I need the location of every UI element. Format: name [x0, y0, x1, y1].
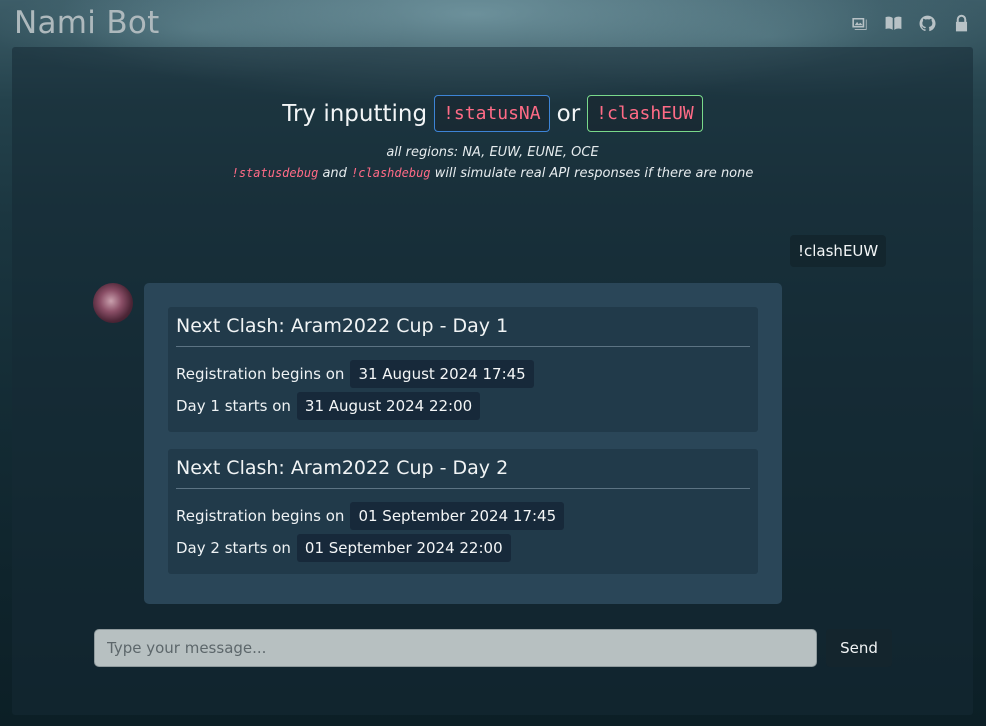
registration-row: Registration begins on 01 September 2024…: [176, 502, 750, 530]
clash-card: Next Clash: Aram2022 Cup - Day 2 Registr…: [168, 449, 758, 574]
brand-title[interactable]: Nami Bot: [14, 5, 160, 41]
top-navbar: Nami Bot: [0, 0, 986, 46]
registration-label: Registration begins on: [176, 365, 345, 383]
regions-note: all regions: NA, EUW, EUNE, OCE: [386, 145, 599, 160]
debug-and: and: [322, 166, 347, 181]
clash-title: Next Clash: Aram2022 Cup - Day 2: [176, 457, 750, 489]
start-row: Day 2 starts on 01 September 2024 22:00: [176, 534, 750, 562]
start-row: Day 1 starts on 31 August 2024 22:00: [176, 392, 750, 420]
github-icon[interactable]: [916, 12, 938, 34]
debug-suffix: will simulate real API responses if ther…: [434, 166, 754, 181]
statusdebug-command: !statusdebug: [231, 166, 319, 180]
user-message: !clashEUW: [790, 235, 887, 267]
hint-prefix: Try inputting: [282, 100, 428, 127]
gallery-icon[interactable]: [848, 12, 870, 34]
chat-panel: Try inputting !statusNA or !clashEUW all…: [12, 47, 973, 715]
nav-icons: [848, 12, 972, 34]
debug-note: !statusdebug and !clashdebug will simula…: [12, 163, 973, 184]
start-date-badge: 31 August 2024 22:00: [296, 392, 481, 420]
send-button[interactable]: Send: [826, 629, 892, 667]
clash-command-chip[interactable]: !clashEUW: [587, 95, 703, 132]
clash-title: Next Clash: Aram2022 Cup - Day 1: [176, 315, 750, 347]
lock-icon[interactable]: [950, 12, 972, 34]
hint-headline: Try inputting !statusNA or !clashEUW: [12, 95, 973, 132]
start-label: Day 1 starts on: [176, 397, 291, 415]
registration-date-badge: 01 September 2024 17:45: [350, 502, 565, 530]
clash-card: Next Clash: Aram2022 Cup - Day 1 Registr…: [168, 307, 758, 432]
start-date-badge: 01 September 2024 22:00: [296, 534, 511, 562]
composer: Send: [94, 629, 892, 667]
start-label: Day 2 starts on: [176, 539, 291, 557]
registration-row: Registration begins on 31 August 2024 17…: [176, 360, 750, 388]
status-command-chip[interactable]: !statusNA: [434, 95, 550, 132]
registration-label: Registration begins on: [176, 507, 345, 525]
bot-message: Next Clash: Aram2022 Cup - Day 1 Registr…: [144, 283, 782, 604]
book-icon[interactable]: [882, 12, 904, 34]
hint-section: Try inputting !statusNA or !clashEUW all…: [12, 95, 973, 184]
message-input[interactable]: [94, 629, 817, 667]
registration-date-badge: 31 August 2024 17:45: [350, 360, 534, 388]
hint-or: or: [556, 100, 581, 127]
bot-avatar: [93, 283, 133, 323]
hint-details: all regions: NA, EUW, EUNE, OCE !statusd…: [12, 142, 973, 184]
clashdebug-command: !clashdebug: [351, 166, 431, 180]
